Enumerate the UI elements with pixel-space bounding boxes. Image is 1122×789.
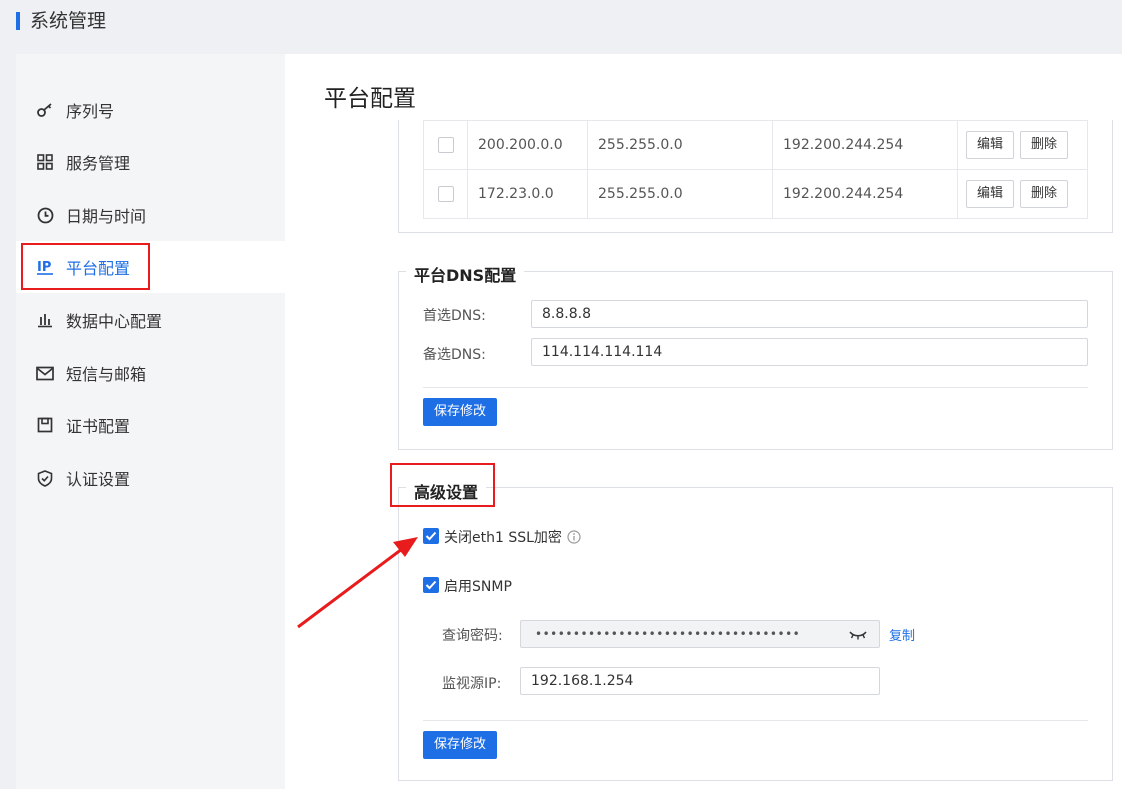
info-icon[interactable]	[567, 530, 581, 544]
checkmark-icon	[425, 580, 437, 590]
page-title: 平台配置	[324, 86, 416, 112]
mail-icon	[36, 364, 54, 382]
route-network: 200.200.0.0	[467, 120, 588, 170]
key-icon	[36, 101, 54, 119]
route-table: 200.200.0.0 255.255.0.0 192.200.244.254 …	[423, 120, 1088, 219]
snmp-label: 启用SNMP	[444, 579, 512, 595]
advanced-save-button[interactable]: 保存修改	[423, 731, 498, 759]
edit-button[interactable]: 编辑	[966, 131, 1015, 159]
top-bar: 系统管理	[0, 0, 1122, 54]
sidebar-item-label: 短信与邮箱	[66, 365, 147, 384]
sidebar: 序列号 服务管理 日期与时间 IP 平台配置 数据中心配置 短信与邮箱 证书配置…	[16, 54, 285, 789]
title-accent-bar	[16, 12, 20, 30]
main-content: 平台配置 200.200.0.0 255.255.0.0 192.200.244…	[285, 54, 1122, 789]
query-password-input[interactable]: •••••••••••••••••••••••••••••••••••	[520, 620, 880, 648]
clock-icon	[36, 206, 54, 224]
page-header-title: 系统管理	[30, 10, 107, 32]
sidebar-item-label: 日期与时间	[66, 207, 147, 226]
sidebar-item-label: 数据中心配置	[66, 312, 163, 331]
sidebar-item-sms-mail[interactable]: 短信与邮箱	[16, 347, 285, 399]
advanced-divider	[423, 720, 1088, 721]
annotation-highlight-advanced	[390, 463, 495, 507]
monitor-ip-input[interactable]: 192.168.1.254	[520, 667, 880, 695]
sidebar-item-serial[interactable]: 序列号	[16, 84, 285, 136]
ssl-checkbox[interactable]	[423, 528, 439, 544]
secondary-dns-input[interactable]: 114.114.114.114	[531, 338, 1088, 366]
checkmark-icon	[425, 531, 437, 541]
row-checkbox[interactable]	[437, 186, 454, 202]
dns-legend: 平台DNS配置	[406, 262, 525, 286]
route-mask: 255.255.0.0	[587, 169, 773, 219]
certificate-icon	[36, 416, 54, 434]
grid-icon	[36, 153, 54, 171]
delete-button[interactable]: 删除	[1020, 131, 1069, 159]
sidebar-item-label: 序列号	[66, 102, 115, 121]
bar-chart-icon	[36, 311, 54, 329]
sidebar-item-label: 认证设置	[66, 470, 131, 489]
primary-dns-input[interactable]: 8.8.8.8	[531, 300, 1088, 328]
sidebar-item-datacenter[interactable]: 数据中心配置	[16, 294, 285, 346]
route-network: 172.23.0.0	[467, 169, 588, 219]
dns-save-button[interactable]: 保存修改	[423, 398, 498, 426]
sidebar-item-label: 服务管理	[66, 154, 131, 173]
primary-dns-label: 首选DNS:	[423, 308, 486, 324]
shield-icon	[36, 469, 54, 487]
secondary-dns-label: 备选DNS:	[423, 347, 486, 363]
table-row: 200.200.0.0 255.255.0.0 192.200.244.254 …	[423, 120, 1088, 170]
eye-closed-icon[interactable]	[849, 629, 867, 641]
snmp-checkbox[interactable]	[423, 577, 439, 593]
password-mask: •••••••••••••••••••••••••••••••••••	[535, 627, 801, 641]
table-row: 172.23.0.0 255.255.0.0 192.200.244.254 编…	[423, 169, 1088, 219]
sidebar-item-datetime[interactable]: 日期与时间	[16, 189, 285, 241]
query-password-label: 查询密码:	[442, 628, 503, 644]
sidebar-item-certificate[interactable]: 证书配置	[16, 399, 285, 451]
annotation-highlight-platform	[21, 243, 150, 290]
sidebar-item-label: 证书配置	[66, 417, 131, 436]
dns-divider	[423, 387, 1088, 388]
route-gateway: 192.200.244.254	[772, 120, 958, 170]
monitor-ip-label: 监视源IP:	[442, 676, 502, 692]
ssl-label: 关闭eth1 SSL加密	[444, 530, 562, 546]
sidebar-item-auth[interactable]: 认证设置	[16, 452, 285, 504]
delete-button[interactable]: 删除	[1020, 180, 1069, 208]
copy-link[interactable]: 复制	[889, 625, 915, 644]
route-gateway: 192.200.244.254	[772, 169, 958, 219]
sidebar-item-services[interactable]: 服务管理	[16, 136, 285, 188]
row-checkbox[interactable]	[437, 137, 454, 153]
route-mask: 255.255.0.0	[587, 120, 773, 170]
edit-button[interactable]: 编辑	[966, 180, 1015, 208]
